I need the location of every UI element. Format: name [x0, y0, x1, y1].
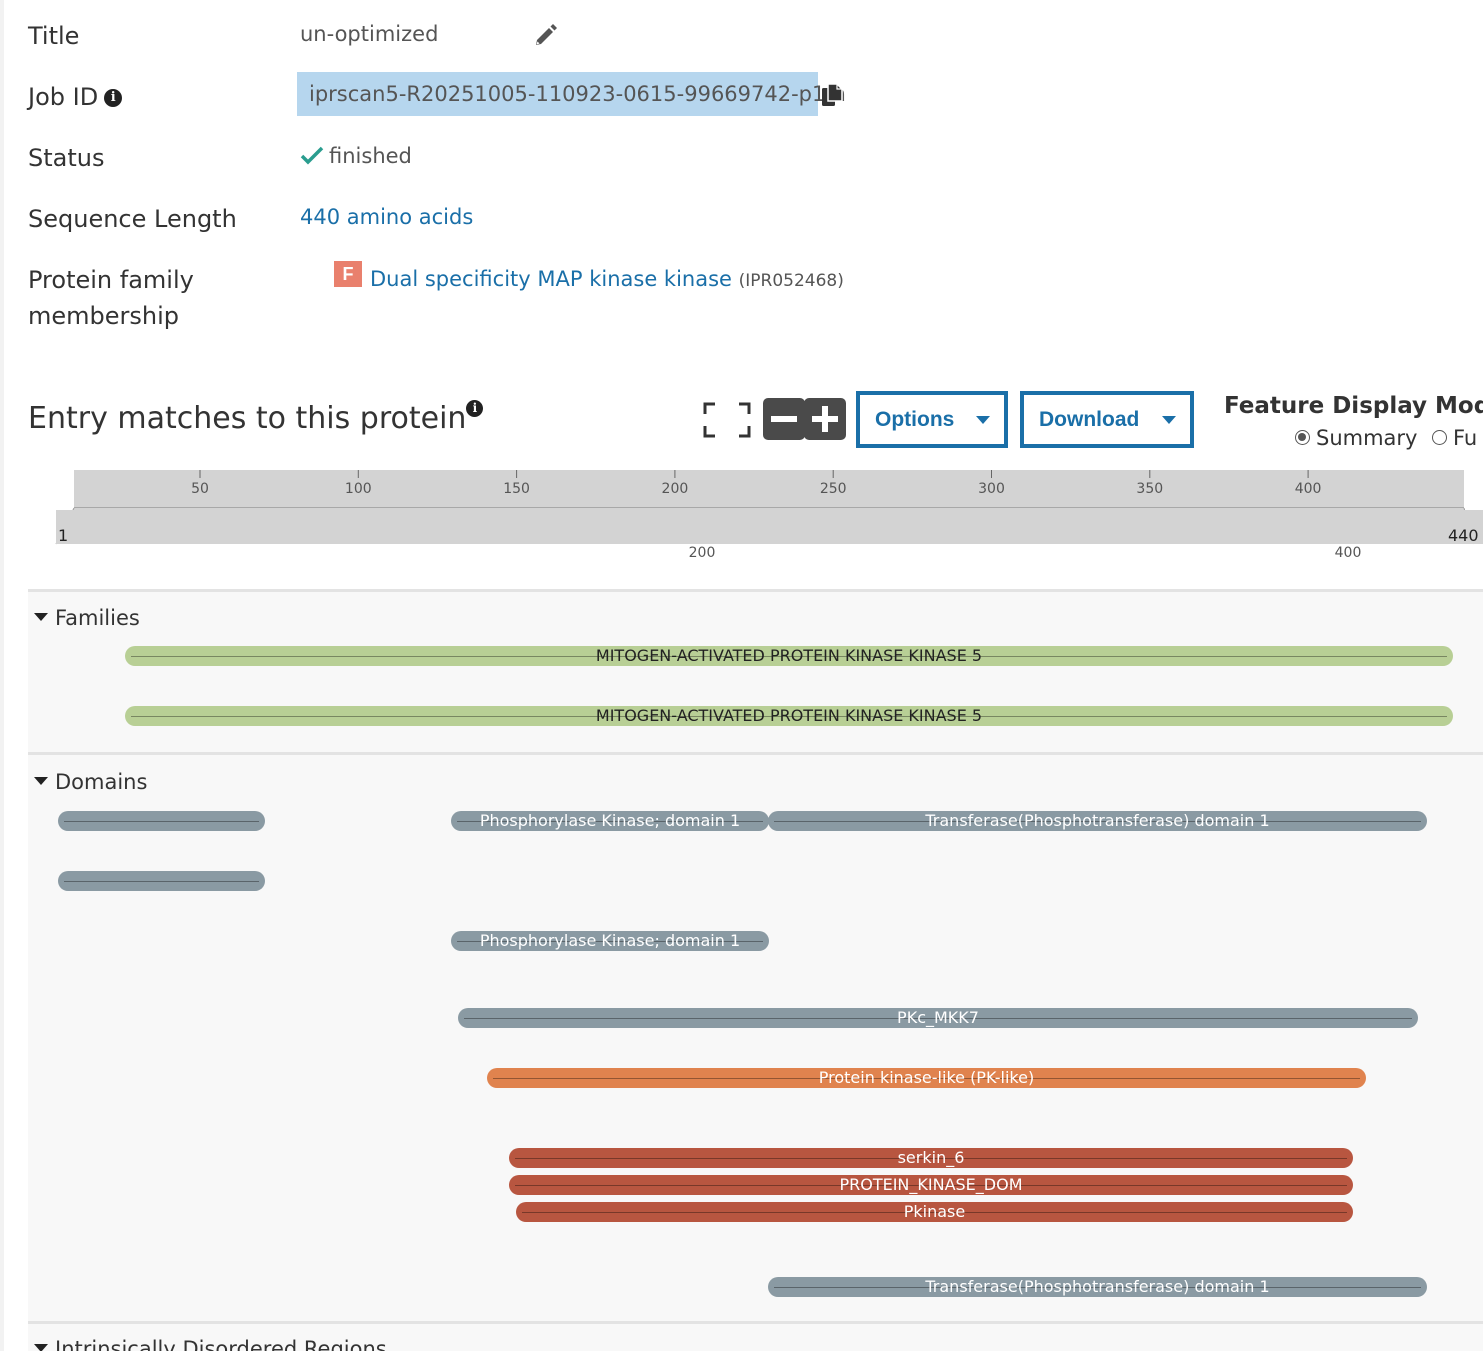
fullscreen-icon[interactable]: [703, 402, 751, 438]
download-label: Download: [1039, 408, 1140, 431]
domain-bar[interactable]: serkin_6: [509, 1148, 1353, 1168]
entry-heading-text: Entry matches to this protein: [28, 401, 467, 436]
mode-summary-label: Summary: [1316, 426, 1418, 450]
domain-bar[interactable]: Pkinase: [516, 1202, 1353, 1222]
domain-bar[interactable]: Phosphorylase Kinase; domain 1: [451, 811, 769, 831]
domain-bar[interactable]: [58, 811, 265, 831]
download-dropdown[interactable]: Download: [1020, 391, 1194, 448]
ruler-tick-label: 150: [503, 481, 530, 497]
domain-bar[interactable]: PKc_MKK7: [458, 1008, 1418, 1028]
caret-down-icon: [1162, 416, 1176, 424]
domain-bar[interactable]: Transferase(Phosphotransferase) domain 1: [768, 811, 1427, 831]
domain-bar-label: serkin_6: [897, 1148, 965, 1167]
protein-viewer: 50 100 150 200 250 300 350 400 200 400 1 440 Fam…: [28, 468, 1483, 1351]
ruler-start-label: 1: [58, 526, 68, 545]
display-mode-title: Feature Display Mode?: [1224, 390, 1483, 422]
domain-bar[interactable]: Transferase(Phosphotransferase) domain 1: [768, 1277, 1427, 1297]
family-bar-label: MITOGEN-ACTIVATED PROTEIN KINASE KINASE …: [595, 706, 983, 725]
domain-bar[interactable]: Protein kinase-like (PK-like): [487, 1068, 1366, 1088]
family-type-badge: F: [334, 261, 362, 287]
domain-bar-label: Phosphorylase Kinase; domain 1: [479, 931, 741, 950]
family-label-line1: Protein family: [28, 266, 194, 294]
domains-label: Domains: [55, 770, 148, 794]
idr-toggle[interactable]: Intrinsically Disordered Regions: [34, 1334, 387, 1351]
status-label: Status: [28, 144, 105, 172]
zoom-in-button[interactable]: [804, 398, 846, 440]
sequence-ruler[interactable]: 50 100 150 200 250 300 350 400 200 400 1 440: [28, 468, 1483, 590]
title-label: Title: [28, 22, 80, 50]
ruler-end-label: 440: [1448, 526, 1479, 545]
pencil-icon[interactable]: [532, 20, 560, 48]
seqlen-value[interactable]: 440 amino acids: [300, 202, 473, 232]
ruler-lower-tick-label: 400: [1335, 545, 1362, 561]
family-link[interactable]: Dual specificity MAP kinase kinase: [370, 267, 732, 291]
domain-bar-label: Phosphorylase Kinase; domain 1: [479, 811, 741, 830]
ruler-tick-label: 50: [191, 481, 209, 497]
copy-icon[interactable]: [820, 82, 844, 108]
track-separator: [28, 589, 1483, 592]
title-value: un-optimized: [300, 22, 439, 46]
domain-bar-label: PKc_MKK7: [897, 1008, 979, 1027]
family-entry: Dual specificity MAP kinase kinase (IPR0…: [370, 264, 844, 296]
ruler-tick-label: 200: [662, 481, 689, 497]
domain-bar-label: Pkinase: [903, 1202, 966, 1221]
family-bar[interactable]: MITOGEN-ACTIVATED PROTEIN KINASE KINASE …: [125, 646, 1453, 666]
domain-bar-label: PROTEIN_KINASE_DOM: [839, 1175, 1023, 1194]
status-value: finished: [329, 144, 412, 168]
family-bar-label: MITOGEN-ACTIVATED PROTEIN KINASE KINASE …: [595, 646, 983, 665]
ruler-tick-label: 100: [345, 481, 372, 497]
track-separator: [28, 1321, 1483, 1324]
options-label: Options: [875, 408, 955, 431]
seqlen-label: Sequence Length: [28, 205, 237, 233]
options-dropdown[interactable]: Options: [856, 391, 1008, 448]
radio-summary[interactable]: [1295, 429, 1310, 445]
family-accession: (IPR052468): [738, 271, 844, 291]
check-icon: [300, 146, 324, 165]
radio-full[interactable]: [1432, 429, 1447, 445]
caret-down-icon: [34, 1344, 48, 1351]
mode-full-option[interactable]: Fu: [1432, 424, 1477, 452]
ruler-tick-label: 300: [978, 481, 1005, 497]
domain-bar-label: Transferase(Phosphotransferase) domain 1: [925, 811, 1270, 830]
ruler-tick-label: 350: [1136, 481, 1163, 497]
jobid-label: Job ID i: [28, 79, 123, 115]
domain-bar-label: Protein kinase-like (PK-like): [818, 1068, 1035, 1087]
zoom-in-icon: [812, 406, 838, 432]
ruler-tick-label: 250: [820, 481, 847, 497]
track-separator: [28, 752, 1483, 755]
info-icon[interactable]: i: [104, 89, 123, 107]
family-label-line2: membership: [28, 302, 180, 330]
caret-down-icon: [34, 613, 48, 621]
families-label: Families: [55, 606, 140, 630]
jobid-value[interactable]: iprscan5-R20251005-110923-0615-99669742-…: [297, 72, 846, 116]
families-toggle[interactable]: Families: [34, 603, 140, 633]
entry-heading: Entry matches to this protein i: [28, 396, 484, 442]
caret-down-icon: [34, 777, 48, 785]
zoom-out-button[interactable]: [763, 398, 805, 440]
ruler-tick-label: 400: [1295, 481, 1322, 497]
domain-bar[interactable]: PROTEIN_KINASE_DOM: [509, 1175, 1353, 1195]
ruler-lower-tick-label: 200: [689, 545, 716, 561]
domain-bar[interactable]: [58, 871, 265, 891]
domain-bar[interactable]: Phosphorylase Kinase; domain 1: [451, 931, 769, 951]
family-bar[interactable]: MITOGEN-ACTIVATED PROTEIN KINASE KINASE …: [125, 706, 1453, 726]
domain-bar-label: Transferase(Phosphotransferase) domain 1: [925, 1277, 1270, 1296]
info-icon[interactable]: i: [466, 400, 484, 417]
domains-toggle[interactable]: Domains: [34, 767, 147, 797]
idr-label: Intrinsically Disordered Regions: [55, 1337, 387, 1351]
job-summary: Title un-optimized Job ID i iprscan5-R202…: [4, 0, 1483, 345]
display-mode-title-text: Feature Display Mode: [1224, 393, 1483, 419]
mode-full-label: Fu: [1453, 426, 1478, 450]
caret-down-icon: [976, 416, 990, 424]
jobid-label-text: Job ID: [28, 83, 99, 111]
zoom-out-icon: [771, 416, 797, 422]
mode-summary-option[interactable]: Summary: [1295, 424, 1417, 452]
